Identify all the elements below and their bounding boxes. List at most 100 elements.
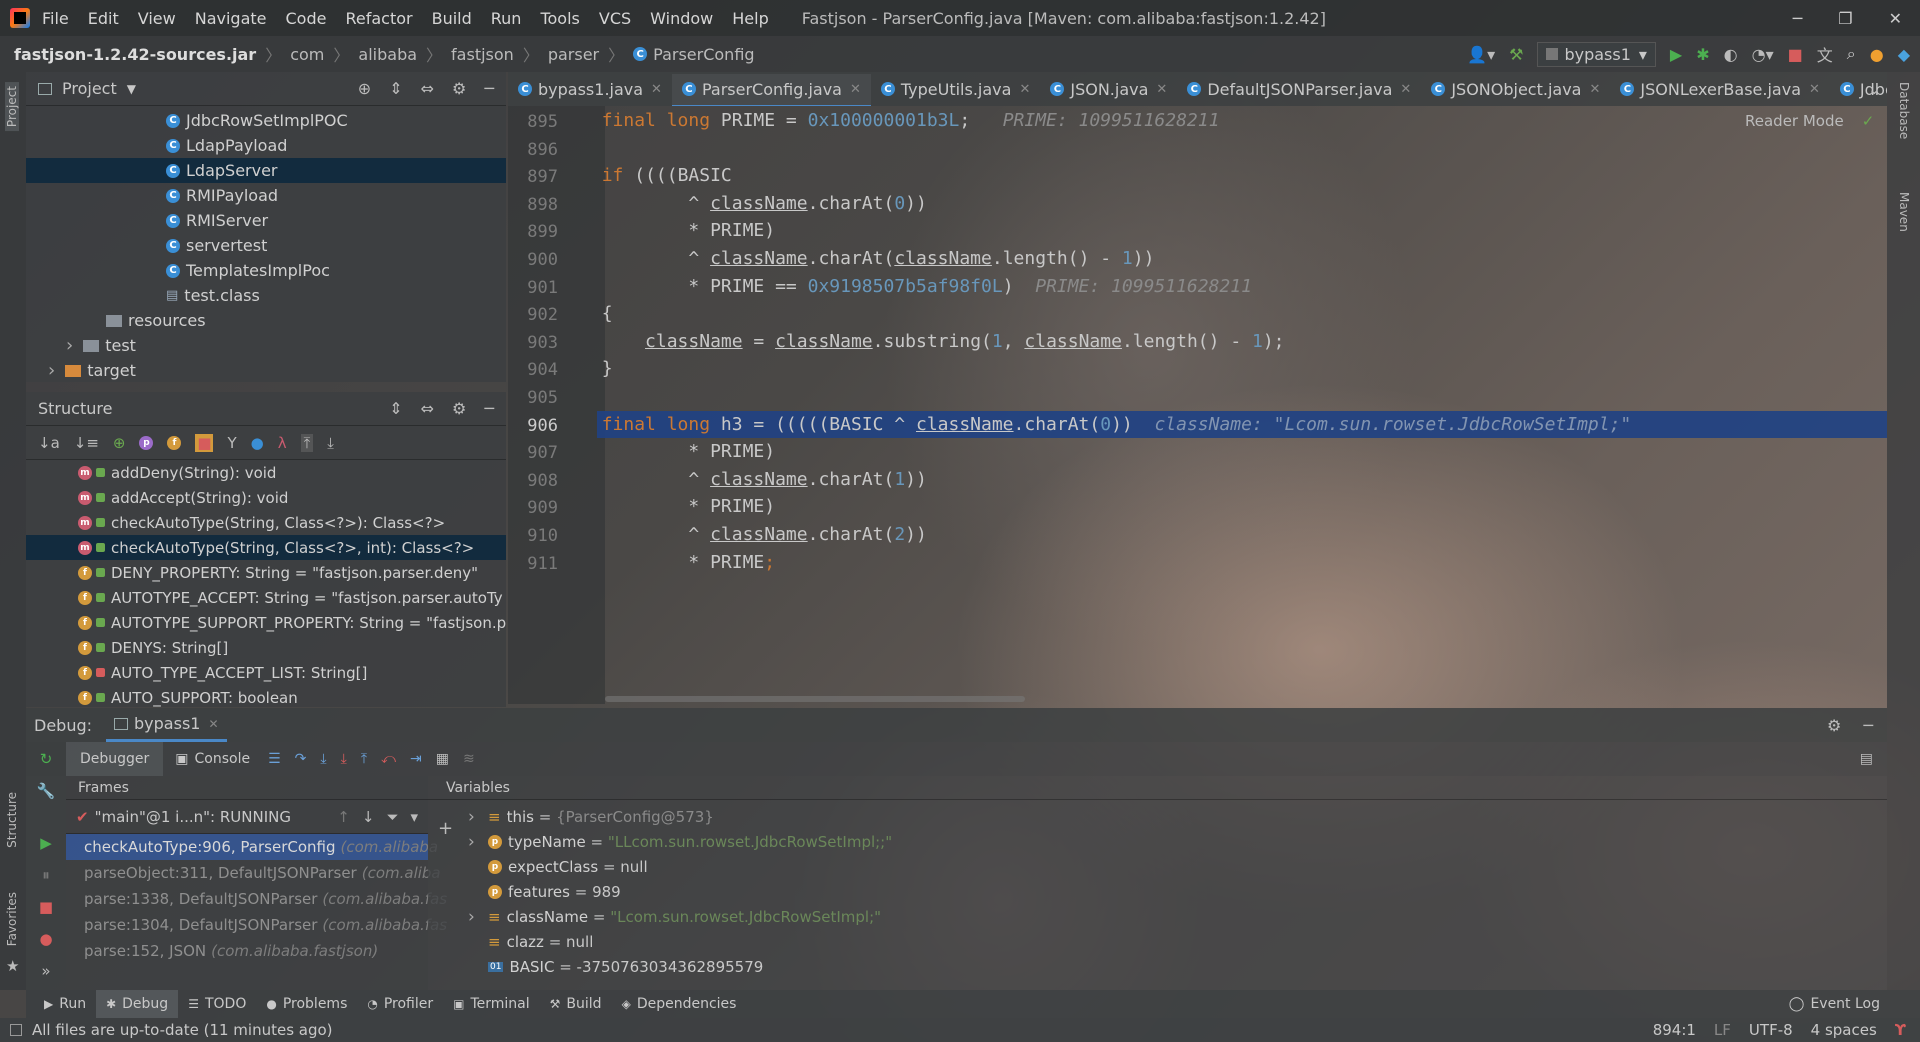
database-tool-tab[interactable]: Database <box>1897 82 1911 139</box>
project-tool-tab[interactable]: Project <box>5 82 19 132</box>
close-tab-icon[interactable]: ✕ <box>850 82 861 97</box>
drop-frame-icon[interactable]: ⤺ <box>381 751 396 767</box>
editor-tab[interactable]: C JSONLexerBase.java ✕ <box>1610 72 1830 106</box>
stack-frame[interactable]: parse:152, JSON (com.alibaba.fastjson) <box>66 938 428 964</box>
show-lambda-icon[interactable]: λ <box>278 434 287 452</box>
locate-icon[interactable]: ⊕ <box>358 79 371 98</box>
menu-file[interactable]: File <box>42 9 69 28</box>
menu-refactor[interactable]: Refactor <box>345 9 412 28</box>
tree-item[interactable]: › target <box>26 358 506 383</box>
rerun-icon[interactable]: ↻ <box>40 750 53 768</box>
close-tab-icon[interactable]: ✕ <box>1400 82 1411 97</box>
more-icon[interactable]: » <box>41 962 50 980</box>
view-breakpoints-icon[interactable]: ● <box>39 930 52 948</box>
run-to-cursor-icon[interactable]: ⇥ <box>410 751 422 767</box>
status-message[interactable]: All files are up-to-date (11 minutes ago… <box>32 1021 333 1039</box>
line-separator[interactable]: LF <box>1714 1021 1731 1039</box>
menu-tools[interactable]: Tools <box>540 9 579 28</box>
down-arrow-icon[interactable]: ↓ <box>362 808 375 826</box>
run-icon[interactable]: ▶ <box>1670 45 1682 64</box>
tool-tab-terminal[interactable]: ▣ Terminal <box>443 990 540 1018</box>
user-icon[interactable]: 👤▾ <box>1467 45 1495 64</box>
file-encoding[interactable]: UTF-8 <box>1749 1021 1793 1039</box>
menu-code[interactable]: Code <box>286 9 327 28</box>
stop-icon[interactable]: ■ <box>1788 45 1803 64</box>
stack-frame[interactable]: parse:1304, DefaultJSONParser (com.alibab… <box>66 912 447 938</box>
run-config-select[interactable]: bypass1 ▾ <box>1537 41 1656 67</box>
collapse-all-icon[interactable]: ⇔ <box>421 79 434 98</box>
structure-item[interactable]: f AUTO_TYPE_ACCEPT_LIST: String[] <box>26 660 506 685</box>
variable-row[interactable]: 01 BASIC = -3750763034362895579 <box>468 954 1887 979</box>
show-non-public-icon[interactable]: ■ <box>195 433 214 452</box>
expand-all-icon[interactable]: ⇕ <box>389 79 402 98</box>
caret-position[interactable]: 894:1 <box>1653 1021 1696 1039</box>
notification-icon[interactable]: ϒ <box>1895 1021 1906 1039</box>
close-tab-icon[interactable]: ✕ <box>1156 82 1167 97</box>
tabs-overflow-icon[interactable]: ⌄ <box>1868 80 1881 98</box>
breadcrumb-item[interactable]: parser <box>548 45 599 64</box>
breadcrumb-item[interactable]: fastjson-1.2.42-sources.jar <box>14 45 256 64</box>
coverage-icon[interactable]: ◐ <box>1724 45 1738 64</box>
gear-icon[interactable]: ⚙ <box>452 79 466 98</box>
step-out-icon[interactable]: ⤒ <box>361 751 367 767</box>
maven-tool-tab[interactable]: Maven <box>1897 192 1911 232</box>
chevron-right-icon[interactable]: › <box>48 360 55 381</box>
menu-run[interactable]: Run <box>491 9 522 28</box>
tree-item[interactable]: C LdapPayload <box>26 133 506 158</box>
resume-icon[interactable]: ▶ <box>40 834 52 852</box>
tree-item[interactable]: C LdapServer <box>26 158 506 183</box>
close-tab-icon[interactable]: ✕ <box>1589 82 1600 97</box>
editor-tab[interactable]: C DefaultJSONParser.java ✕ <box>1177 72 1421 106</box>
trace-icon[interactable]: ≋ <box>463 751 475 767</box>
structure-item[interactable]: f AUTOTYPE_ACCEPT: String = "fastjson.par… <box>26 585 506 610</box>
expand-all-icon[interactable]: ⇕ <box>389 399 402 418</box>
stack-frame[interactable]: parseObject:311, DefaultJSONParser (com.a… <box>66 860 441 886</box>
menu-help[interactable]: Help <box>732 9 768 28</box>
profile-icon[interactable]: ◔▾ <box>1752 45 1774 64</box>
code-editor[interactable]: Reader Mode ✓ final long PRIME = 0x10000… <box>597 106 1887 704</box>
console-tab[interactable]: ▣ Console <box>163 742 262 776</box>
close-tab-icon[interactable]: ✕ <box>651 82 662 97</box>
event-log-button[interactable]: ◯ Event Log <box>1789 996 1920 1012</box>
star-icon[interactable]: ★ <box>6 957 19 975</box>
sort-alpha-icon[interactable]: ↓a <box>38 434 60 452</box>
breadcrumb-item[interactable]: fastjson <box>451 45 514 64</box>
stack-frame[interactable]: parse:1338, DefaultJSONParser (com.alibab… <box>66 886 447 912</box>
structure-item[interactable]: m checkAutoType(String, Class<?>, int): C… <box>26 535 506 560</box>
favorites-tool-tab[interactable]: Favorites <box>5 892 19 946</box>
navigate-to-source-icon[interactable]: ⤓ <box>327 434 334 452</box>
tree-item[interactable]: C RMIPayload <box>26 183 506 208</box>
update-icon[interactable]: ● <box>1870 45 1884 64</box>
editor-tab[interactable]: C JSON.java ✕ <box>1040 72 1177 106</box>
tree-item[interactable]: ▤ test.class <box>26 283 506 308</box>
force-step-into-icon[interactable]: ⤓ <box>341 751 347 767</box>
menu-edit[interactable]: Edit <box>88 9 119 28</box>
tree-item[interactable]: › test <box>26 333 506 358</box>
chevron-right-icon[interactable]: › <box>66 335 73 356</box>
menu-vcs[interactable]: VCS <box>599 9 631 28</box>
tree-item[interactable]: C JdbcRowSetImplPOC <box>26 108 506 133</box>
chevron-right-icon[interactable]: › <box>468 807 482 827</box>
editor-tab[interactable]: C ParserConfig.java ✕ <box>671 73 871 106</box>
gear-icon[interactable]: ⚙ <box>452 399 466 418</box>
tree-item[interactable]: C TemplatesImplPoc <box>26 258 506 283</box>
stack-frame[interactable]: checkAutoType:906, ParserConfig (com.alib… <box>66 834 438 860</box>
tool-tab-debug[interactable]: ✱ Debug <box>96 990 179 1018</box>
reader-mode-toggle[interactable]: Reader Mode ✓ <box>1745 112 1874 130</box>
add-watch-icon[interactable]: + <box>438 818 453 839</box>
structure-item[interactable]: f AUTOTYPE_SUPPORT_PROPERTY: String = "fa… <box>26 610 506 635</box>
editor-tab[interactable]: C JSONObject.java ✕ <box>1421 72 1610 106</box>
close-icon[interactable]: ✕ <box>208 717 218 731</box>
structure-item[interactable]: m checkAutoType(String, Class<?>): Class<… <box>26 510 506 535</box>
show-anonymous-icon[interactable]: ● <box>251 434 264 452</box>
restore-icon[interactable]: ❐ <box>1838 9 1852 28</box>
hide-icon[interactable]: ─ <box>484 79 494 98</box>
close-icon[interactable]: ✕ <box>1889 9 1902 28</box>
variable-row[interactable]: › ≡ className = "Lcom.sun.rowset.JdbcRowSe… <box>468 904 1887 929</box>
structure-item[interactable]: m addDeny(String): void <box>26 460 506 485</box>
settings-wrench-icon[interactable]: 🔧 <box>37 782 56 800</box>
chevron-down-icon[interactable]: ▼ <box>127 82 136 96</box>
evaluate-expression-icon[interactable]: ▦ <box>436 751 449 767</box>
structure-item[interactable]: f AUTO_SUPPORT: boolean <box>26 685 506 710</box>
menu-view[interactable]: View <box>138 9 176 28</box>
